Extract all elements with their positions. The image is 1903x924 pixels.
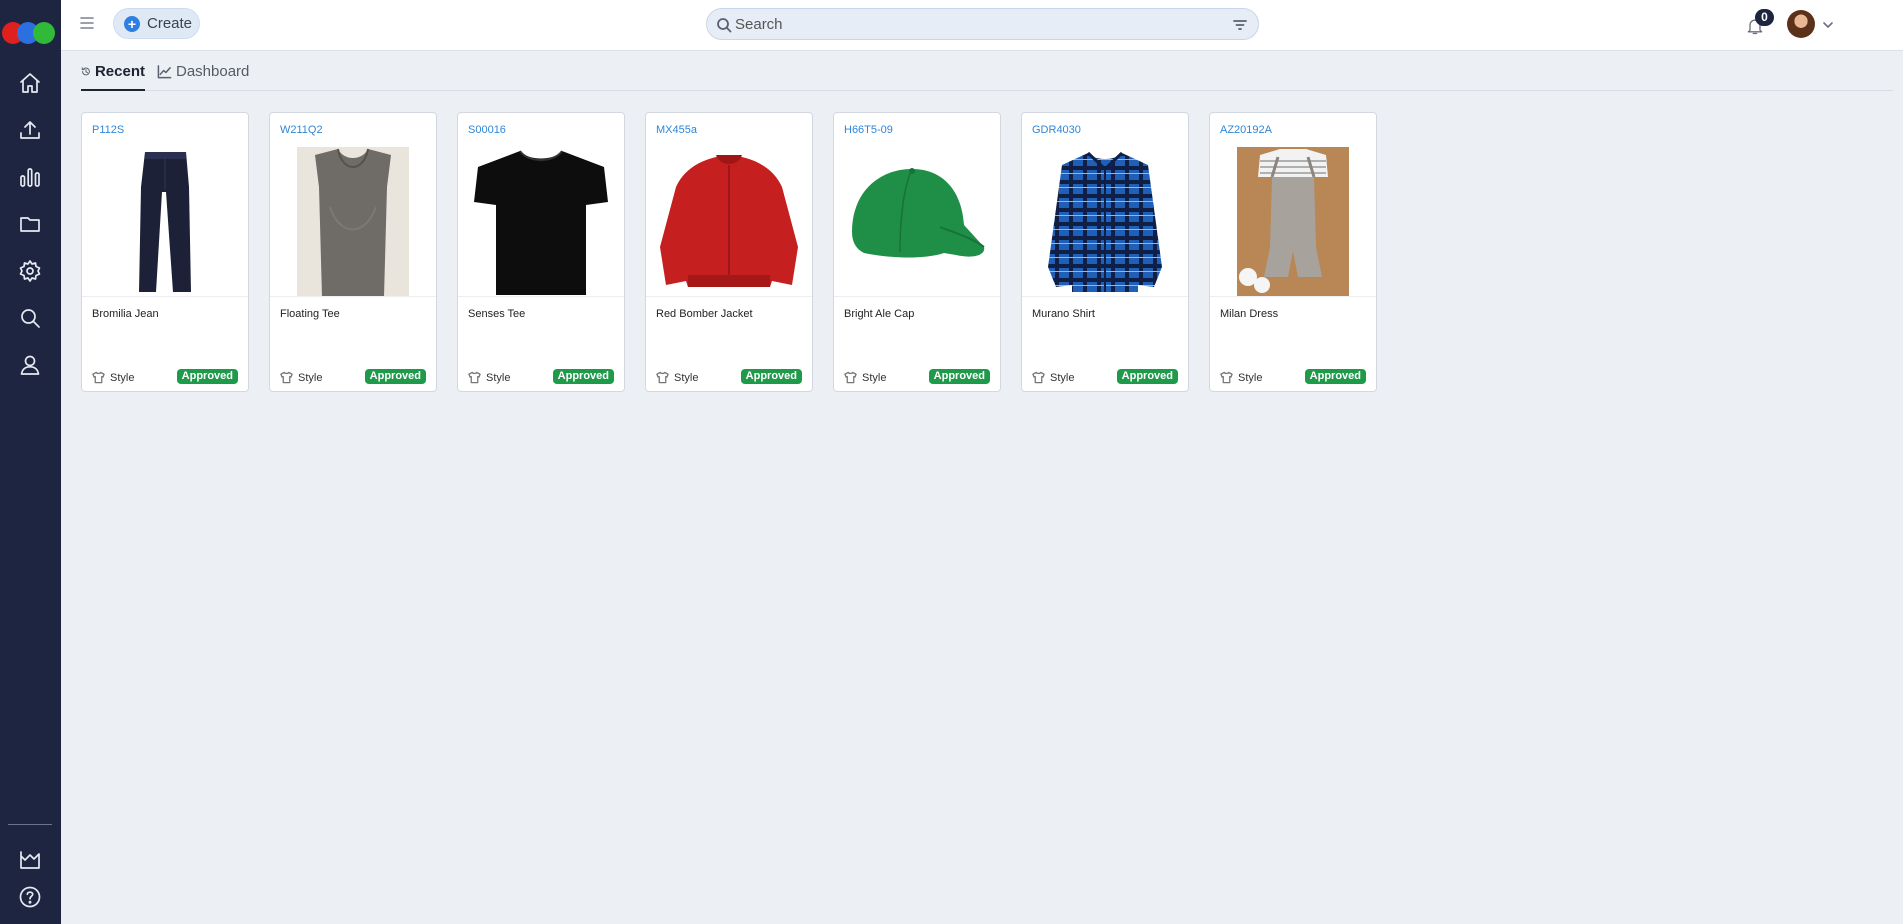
item-type: Style	[92, 371, 134, 384]
search-icon	[716, 17, 732, 33]
menu-toggle-icon[interactable]	[79, 15, 101, 33]
tab-label: Recent	[94, 63, 145, 80]
upload-icon[interactable]	[15, 115, 45, 145]
sidebar-divider	[8, 824, 52, 825]
item-type: Style	[1032, 371, 1074, 384]
shirt-icon	[656, 371, 669, 384]
item-name: Bromilia Jean	[92, 308, 159, 320]
shirt-icon	[92, 371, 105, 384]
notification-count-badge: 0	[1755, 9, 1774, 26]
search-input[interactable]	[735, 13, 1215, 35]
item-type: Style	[280, 371, 322, 384]
status-badge: Approved	[176, 369, 238, 384]
item-card[interactable]: S00016 Senses Tee Style Approved	[457, 112, 625, 392]
help-icon[interactable]	[15, 882, 45, 912]
folder-icon[interactable]	[15, 209, 45, 239]
status-badge: Approved	[552, 369, 614, 384]
product-image-plaid-shirt	[1022, 147, 1188, 297]
plus-icon: +	[124, 15, 140, 32]
status-badge: Approved	[1304, 369, 1366, 384]
item-card[interactable]: GDR4030 Murano Shirt Style Approved	[1021, 112, 1189, 392]
item-code-link[interactable]: AZ20192A	[1220, 124, 1272, 136]
item-name: Floating Tee	[280, 308, 340, 320]
item-code-link[interactable]: S00016	[468, 124, 506, 136]
app-logo[interactable]	[2, 22, 58, 44]
history-icon	[81, 67, 90, 76]
home-icon[interactable]	[15, 68, 45, 98]
product-image-black-tee	[458, 147, 624, 297]
item-name: Red Bomber Jacket	[656, 308, 753, 320]
search-icon[interactable]	[15, 303, 45, 333]
filter-icon[interactable]	[1232, 17, 1248, 33]
item-name: Bright Ale Cap	[844, 308, 915, 320]
tab-recent[interactable]: Recent	[81, 63, 145, 91]
item-type-label: Style	[486, 371, 511, 384]
shirt-icon	[1220, 371, 1233, 384]
product-image-gray-tee	[270, 147, 436, 297]
item-type-label: Style	[110, 371, 135, 384]
create-button-label: Create	[147, 15, 193, 32]
item-card[interactable]: W211Q2 Floating Tee Style Approved	[269, 112, 437, 392]
item-type-label: Style	[674, 371, 699, 384]
item-type-label: Style	[298, 371, 323, 384]
product-image-jeans	[82, 147, 248, 297]
item-card[interactable]: MX455a Red Bomber Jacket Style Approved	[645, 112, 813, 392]
item-type-label: Style	[862, 371, 887, 384]
item-type-label: Style	[1238, 371, 1263, 384]
product-image-green-cap	[834, 147, 1000, 297]
sidebar	[0, 0, 61, 924]
product-image-red-jacket	[646, 147, 812, 297]
item-type: Style	[468, 371, 510, 384]
chart-line-icon	[157, 65, 172, 79]
tab-dashboard[interactable]: Dashboard	[157, 63, 249, 91]
item-code-link[interactable]: MX455a	[656, 124, 697, 136]
global-search	[706, 8, 1259, 40]
settings-gear-icon[interactable]	[15, 256, 45, 286]
status-badge: Approved	[928, 369, 990, 384]
item-name: Senses Tee	[468, 308, 526, 320]
item-name: Murano Shirt	[1032, 308, 1095, 320]
item-type: Style	[1220, 371, 1262, 384]
shirt-icon	[468, 371, 481, 384]
product-image-kids-overall	[1210, 147, 1376, 297]
user-icon[interactable]	[15, 350, 45, 380]
status-badge: Approved	[364, 369, 426, 384]
item-code-link[interactable]: P112S	[92, 124, 124, 136]
top-bar: + Create	[61, 0, 1903, 51]
item-card[interactable]: AZ20192A Milan Dress Style Approved	[1209, 112, 1377, 392]
item-name: Milan Dress	[1220, 308, 1279, 320]
item-type: Style	[656, 371, 698, 384]
tab-label: Dashboard	[176, 63, 250, 80]
shirt-icon	[1032, 371, 1045, 384]
chevron-down-icon[interactable]	[1822, 18, 1836, 30]
shirt-icon	[280, 371, 293, 384]
status-badge: Approved	[740, 369, 802, 384]
create-button[interactable]: + Create	[113, 8, 200, 39]
status-badge: Approved	[1116, 369, 1178, 384]
item-code-link[interactable]: GDR4030	[1032, 124, 1081, 136]
shirt-icon	[844, 371, 857, 384]
item-type: Style	[844, 371, 886, 384]
item-type-label: Style	[1050, 371, 1075, 384]
item-card[interactable]: P112S Bromilia Jean Style Approved	[81, 112, 249, 392]
item-code-link[interactable]: H66T5-09	[844, 124, 893, 136]
analytics-icon[interactable]	[15, 162, 45, 192]
item-code-link[interactable]: W211Q2	[280, 124, 323, 136]
user-avatar[interactable]	[1787, 10, 1815, 38]
view-tabs: Recent Dashboard	[81, 51, 1893, 91]
item-card[interactable]: H66T5-09 Bright Ale Cap Style Approved	[833, 112, 1001, 392]
reports-chart-icon[interactable]	[15, 845, 45, 875]
